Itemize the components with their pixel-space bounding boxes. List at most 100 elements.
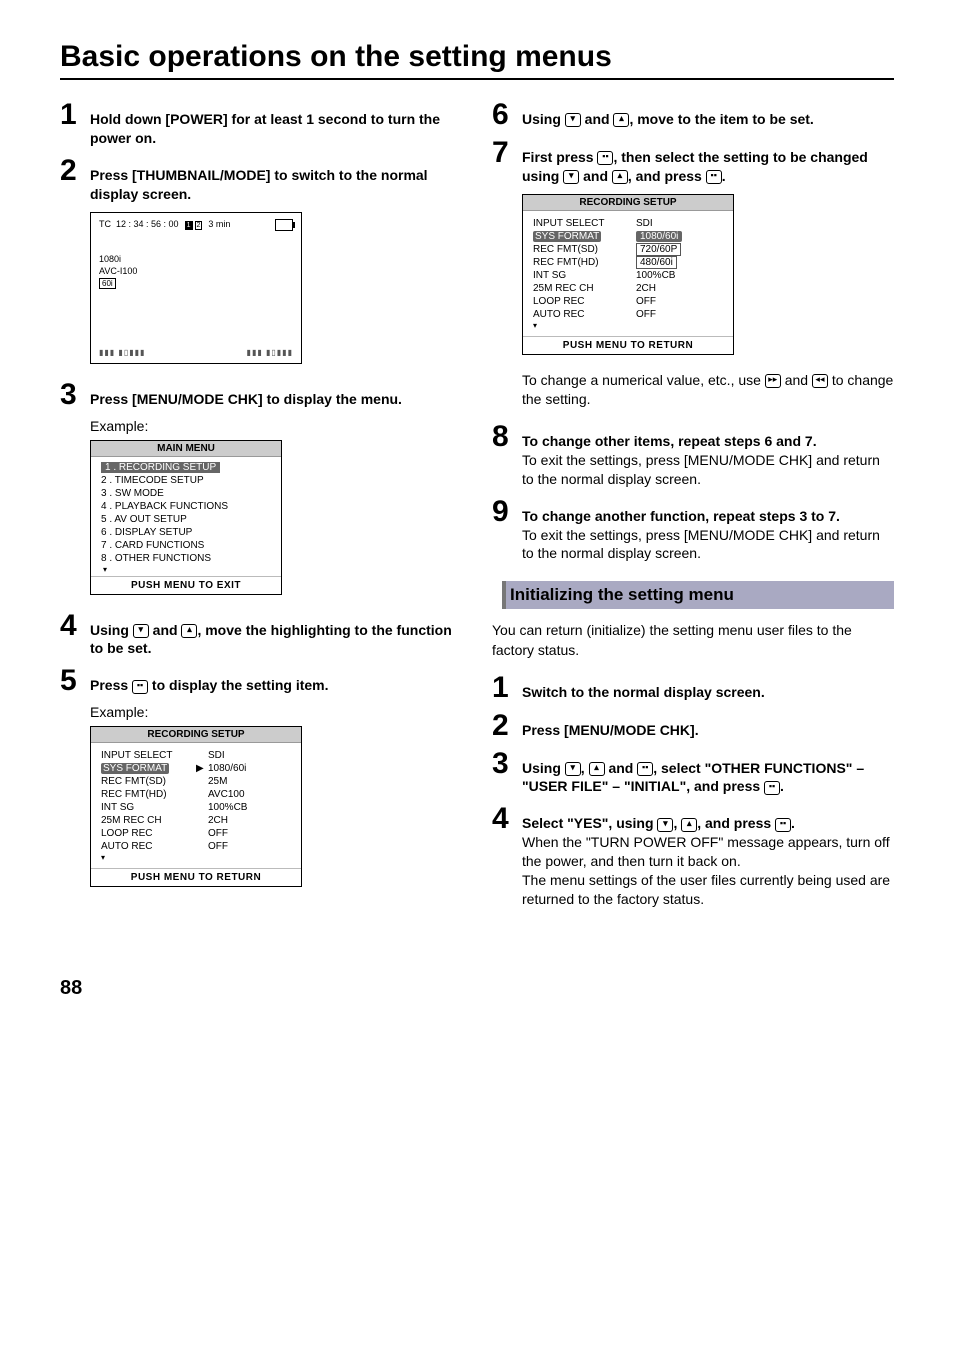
step-number: 7 [492, 138, 514, 168]
step-text: Using [522, 760, 565, 776]
menu-footer: PUSH MENU TO EXIT [91, 576, 281, 594]
row-value: 100%CB [196, 802, 247, 813]
up-icon [613, 113, 629, 127]
row-label: INPUT SELECT [533, 218, 628, 229]
step-text: and [149, 622, 182, 638]
step-number: 3 [492, 749, 514, 779]
row-value: 1080/60i [636, 231, 682, 242]
row-value: OFF [196, 841, 228, 852]
remaining-time: 3 min [208, 219, 230, 229]
up-icon [612, 170, 628, 184]
step-text: Press [90, 677, 132, 693]
pause-set-icon [706, 170, 722, 184]
row-value: 720/60P [636, 243, 681, 256]
step-text: . [791, 815, 795, 831]
row-label: LOOP REC [533, 296, 628, 307]
pause-set-icon [597, 151, 613, 165]
step-text: to display the setting item. [148, 677, 328, 693]
step-number: 2 [492, 711, 514, 741]
main-menu-figure: MAIN MENU 1 . RECORDING SETUP 2 . TIMECO… [90, 440, 282, 595]
step-detail: When the "TURN POWER OFF" message appear… [522, 834, 890, 869]
step-number: 1 [492, 673, 514, 703]
menu-item: 3 . SW MODE [101, 487, 271, 500]
step-text: , and press [697, 815, 775, 831]
row-label: AUTO REC [101, 841, 196, 852]
audio-meter-left: ▮▮▮ ▮▯▮▮▮ [99, 348, 145, 357]
down-icon [565, 762, 581, 776]
up-icon [681, 818, 697, 832]
menu-item: 1 . RECORDING SETUP [101, 461, 271, 474]
step-text: To change another function, repeat steps… [522, 508, 840, 524]
page-number: 88 [60, 977, 894, 1000]
menu-item: 7 . CARD FUNCTIONS [101, 539, 271, 552]
up-icon [589, 762, 605, 776]
pause-set-icon [132, 680, 148, 694]
row-value: 100%CB [628, 270, 675, 281]
menu-title: RECORDING SETUP [523, 195, 733, 211]
step-number: 4 [60, 611, 82, 641]
row-label: AUTO REC [533, 309, 628, 320]
framerate-badge: 60i [99, 278, 116, 289]
row-label: INT SG [533, 270, 628, 281]
row-value: SDI [196, 750, 225, 761]
down-icon [657, 818, 673, 832]
row-label: REC FMT(SD) [101, 776, 196, 787]
step-text: . [780, 778, 784, 794]
more-indicator: ▾ [101, 853, 291, 862]
step-text: Hold down [POWER] for at least 1 second … [90, 111, 440, 146]
example-label: Example: [90, 418, 462, 434]
codec-line: AVC-I100 [99, 265, 137, 277]
menu-item: 4 . PLAYBACK FUNCTIONS [101, 500, 271, 513]
down-icon [565, 113, 581, 127]
row-label: SYS FORMAT [533, 231, 601, 242]
row-value: 25M [196, 776, 227, 787]
step-number: 3 [60, 380, 82, 410]
step-text: and [579, 168, 612, 184]
menu-footer: PUSH MENU TO RETURN [91, 868, 301, 886]
menu-title: RECORDING SETUP [91, 727, 301, 743]
card-slot-icon: 1 [185, 221, 193, 230]
step-text: Using [522, 111, 565, 127]
menu-title: MAIN MENU [91, 441, 281, 457]
row-label: REC FMT(SD) [533, 244, 628, 255]
step-text: , and press [628, 168, 706, 184]
step-detail: To exit the settings, press [MENU/MODE C… [522, 527, 880, 562]
section-heading: Initializing the setting menu [492, 581, 894, 609]
note-text: and [781, 372, 812, 388]
row-value: 1080/60i [208, 763, 246, 774]
step-text: Switch to the normal display screen. [522, 684, 765, 700]
row-value: OFF [196, 828, 228, 839]
left-column: 1 Hold down [POWER] for at least 1 secon… [60, 100, 462, 917]
step-text: , [673, 815, 681, 831]
example-label: Example: [90, 704, 462, 720]
step-detail: The menu settings of the user files curr… [522, 872, 890, 907]
step-text: Select "YES", using [522, 815, 657, 831]
row-value: 480/60i [636, 256, 677, 269]
step-detail: To exit the settings, press [MENU/MODE C… [522, 452, 880, 487]
pause-set-icon [764, 781, 780, 795]
row-value: OFF [628, 296, 656, 307]
down-icon [133, 624, 149, 638]
row-value: 2CH [196, 815, 228, 826]
row-value: 2CH [628, 283, 656, 294]
menu-item: 8 . OTHER FUNCTIONS [101, 552, 271, 565]
audio-meter-right: ▮▮▮ ▮▯▮▮▮ [247, 348, 293, 357]
menu-item: 2 . TIMECODE SETUP [101, 474, 271, 487]
step-text: To change other items, repeat steps 6 an… [522, 433, 817, 449]
more-indicator: ▾ [533, 321, 723, 330]
step-number: 4 [492, 804, 514, 834]
row-label: REC FMT(HD) [101, 789, 196, 800]
step-text: , [581, 760, 589, 776]
card-slot-icon: 2 [195, 221, 203, 230]
row-label: REC FMT(HD) [533, 257, 628, 268]
step-text: . [722, 168, 726, 184]
page-title: Basic operations on the setting menus [60, 40, 894, 80]
step-number: 6 [492, 100, 514, 130]
pause-set-icon [775, 818, 791, 832]
step-number: 2 [60, 156, 82, 186]
step-number: 8 [492, 422, 514, 452]
step-text: Press [MENU/MODE CHK] to display the men… [90, 391, 402, 407]
step-text: Press [THUMBNAIL/MODE] to switch to the … [90, 167, 428, 202]
tc-label: TC [99, 219, 111, 229]
recording-setup-figure: RECORDING SETUP INPUT SELECTSDI SYS FORM… [522, 194, 734, 355]
